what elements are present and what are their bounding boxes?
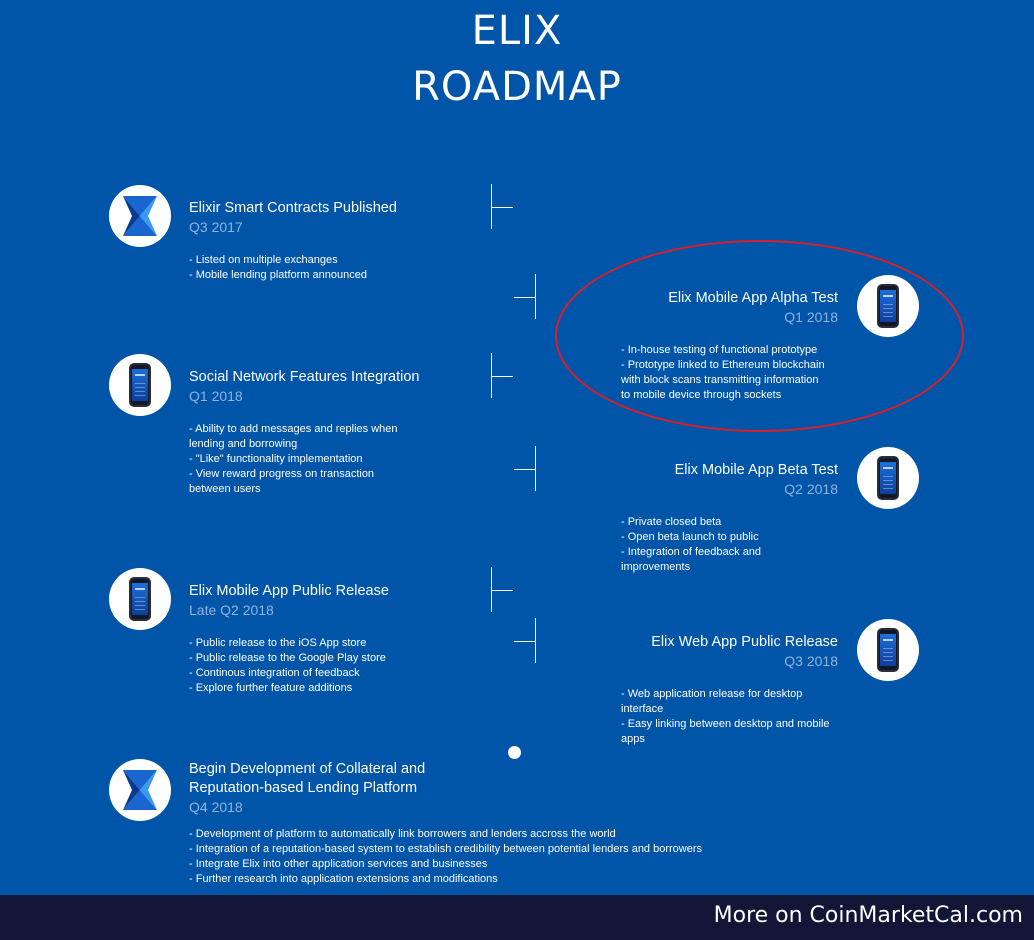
phone-icon: [857, 275, 919, 337]
roadmap-title-line2: ROADMAP: [412, 64, 622, 110]
event-title: Begin Development of Collateral and Repu…: [189, 761, 426, 796]
event-date: Q4 2018: [189, 799, 243, 815]
footer-bar: More on CoinMarketCal.com: [0, 895, 1034, 940]
event-title: Elix Mobile App Public Release: [189, 583, 389, 599]
event-notes: - Web application release for desktop in…: [621, 688, 830, 745]
timeline-tick: [491, 376, 513, 377]
event-title: Elix Mobile App Beta Test: [674, 462, 838, 478]
event-title: Elix Web App Public Release: [651, 634, 838, 650]
event-date: Q1 2018: [784, 309, 838, 325]
event-date: Q1 2018: [189, 388, 243, 404]
event-notes: - Ability to add messages and replies wh…: [189, 423, 398, 495]
timeline-tick: [491, 590, 513, 591]
elix-logo-icon: [109, 759, 171, 821]
event-date: Q2 2018: [784, 481, 838, 497]
event-notes: - Public release to the iOS App store - …: [189, 637, 386, 694]
phone-icon: [109, 568, 171, 630]
event-notes: - Private closed beta - Open beta launch…: [621, 516, 762, 573]
event-title: Social Network Features Integration: [189, 369, 420, 385]
phone-icon: [109, 354, 171, 416]
event-notes: - Listed on multiple exchanges - Mobile …: [189, 254, 367, 281]
elix-logo-icon: [109, 185, 171, 247]
event-title: Elixir Smart Contracts Published: [189, 200, 397, 216]
event-notes: - Development of platform to automatical…: [189, 828, 703, 885]
footer-link[interactable]: More on CoinMarketCal.com: [714, 903, 1023, 928]
event-date: Late Q2 2018: [189, 602, 274, 618]
event-notes: - In-house testing of functional prototy…: [621, 344, 825, 401]
roadmap-title-line1: ELIX: [471, 8, 563, 54]
timeline-end-dot: [508, 746, 521, 759]
event-date: Q3 2017: [189, 219, 243, 235]
highlight-ellipse: [555, 240, 964, 432]
phone-icon: [857, 619, 919, 681]
event-date: Q3 2018: [784, 653, 838, 669]
timeline-tick: [491, 207, 513, 208]
event-title: Elix Mobile App Alpha Test: [668, 290, 838, 306]
phone-icon: [857, 447, 919, 509]
